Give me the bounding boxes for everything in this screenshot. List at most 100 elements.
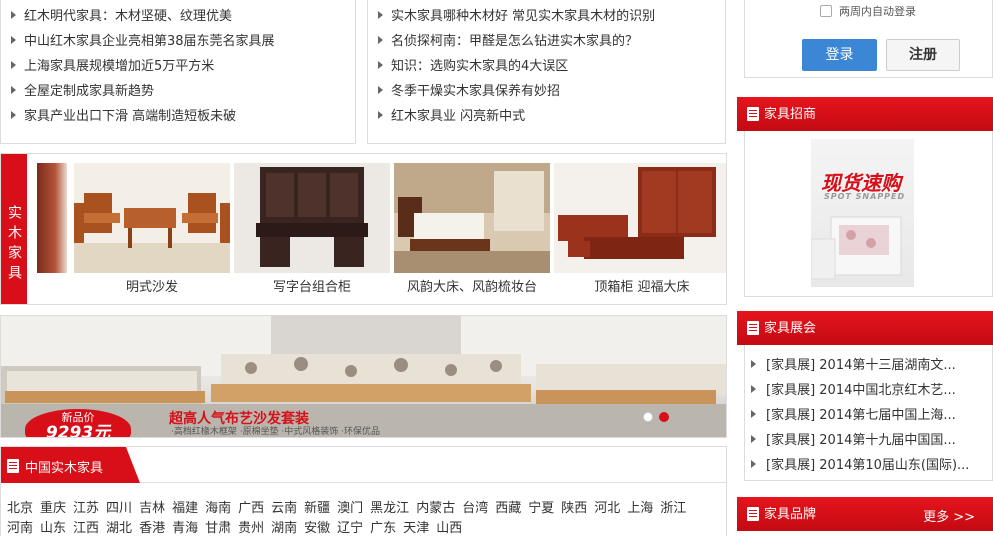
region-link[interactable]: 湖北	[106, 519, 132, 536]
news-link[interactable]: 知识：选购实木家具的4大误区	[391, 59, 568, 74]
news-link[interactable]: 全屋定制成家具新趋势	[24, 84, 154, 99]
region-link[interactable]: 香港	[139, 519, 165, 536]
more-link[interactable]: 更多 >>	[923, 506, 975, 525]
news-item[interactable]: 上海家具展规模增加近5万平方米	[11, 54, 355, 79]
recruit-ad-image[interactable]: 现货速购 SPOT SNAPPED	[811, 139, 914, 287]
china-furniture-panel: 中国实木家具 北京 重庆 江苏 四川 吉林 福建 海南 广西 云南 新疆 澳门 黑龙江 内蒙古 台湾 西藏宁…	[0, 446, 727, 536]
auto-login-checkbox[interactable]	[820, 5, 832, 17]
panel-title: 中国实木家具	[25, 461, 104, 476]
region-link[interactable]: 安徽	[304, 519, 330, 536]
region-link[interactable]: 海南	[205, 499, 231, 519]
region-link[interactable]: 北京	[7, 499, 33, 519]
region-link[interactable]: 云南	[271, 499, 297, 519]
region-link[interactable]: 西藏	[495, 499, 521, 519]
news-link[interactable]: 实木家具哪种木材好 常见实木家具木材的识别	[391, 9, 655, 24]
region-link[interactable]: 浙江	[660, 499, 686, 519]
news-item[interactable]: 全屋定制成家具新趋势	[11, 79, 355, 104]
product-image[interactable]	[234, 163, 390, 273]
fair-link[interactable]: [家具展] 2014第10届山东(国际)...	[766, 458, 969, 473]
region-link[interactable]: 新疆	[304, 499, 330, 519]
region-link[interactable]: 河南	[7, 519, 33, 536]
product-card[interactable]: 明式沙发	[74, 163, 230, 301]
region-link[interactable]: 上海	[627, 499, 653, 519]
fair-item[interactable]: [家具展] 2014第七届中国上海...	[751, 403, 976, 428]
region-link[interactable]: 湖南	[271, 519, 297, 536]
promo-banner[interactable]: 新品价 9293元 超高人气布艺沙发套装 ·高档红椽木框架 ·原棉坐垫 ·中式风…	[0, 315, 727, 438]
region-link[interactable]: 青海	[172, 519, 198, 536]
panel-title: 家具品牌	[764, 507, 817, 522]
news-item[interactable]: 冬季干燥实木家具保养有妙招	[378, 79, 725, 104]
product-carousel: 实木家具 明式沙发 写字台组合柜 风韵大床、风韵梳妆台 顶箱柜 迎福大床	[0, 153, 727, 305]
fair-link[interactable]: [家具展] 2014第十九届中国国...	[766, 433, 956, 448]
product-image[interactable]	[74, 163, 230, 273]
region-link[interactable]: 广西	[238, 499, 264, 519]
fair-item[interactable]: [家具展] 2014第十三届湖南文...	[751, 353, 976, 378]
region-link[interactable]: 黑龙江	[370, 499, 409, 519]
news-item[interactable]: 红木家具业 闪亮新中式	[378, 104, 725, 129]
region-link[interactable]: 辽宁	[337, 519, 363, 536]
region-link[interactable]: 山东	[40, 519, 66, 536]
product-card[interactable]: 顶箱柜 迎福大床	[554, 163, 726, 301]
region-link[interactable]: 台湾	[462, 499, 488, 519]
product-image-partial[interactable]	[37, 163, 67, 273]
product-card[interactable]: 写字台组合柜	[234, 163, 390, 301]
news-item[interactable]: 中山红木家具企业亮相第38届东莞名家具展	[11, 29, 355, 54]
region-link[interactable]: 甘肃	[205, 519, 231, 536]
region-link[interactable]: 重庆	[40, 499, 66, 519]
news-link[interactable]: 红木家具业 闪亮新中式	[391, 109, 525, 124]
news-panel-right: 实木家具哪种木材好 常见实木家具木材的识别 名侦探柯南：甲醛是怎么钻进实木家具的…	[367, 0, 726, 144]
fair-item[interactable]: [家具展] 2014第十九届中国国...	[751, 428, 976, 453]
bullet-arrow-icon	[11, 11, 16, 19]
region-link[interactable]: 广东	[370, 519, 396, 536]
auto-login-row[interactable]: 两周内自动登录	[820, 3, 916, 19]
region-link[interactable]: 河北	[594, 499, 620, 519]
product-name[interactable]: 顶箱柜 迎福大床	[554, 273, 726, 301]
region-link[interactable]: 陕西	[561, 499, 587, 519]
news-link[interactable]: 中山红木家具企业亮相第38届东莞名家具展	[24, 34, 275, 49]
news-link[interactable]: 家具产业出口下滑 高端制造短板未破	[24, 109, 236, 124]
region-link[interactable]: 贵州	[238, 519, 264, 536]
product-image[interactable]	[394, 163, 550, 273]
news-link[interactable]: 红木明代家具：木材坚硬、纹理优美	[24, 9, 232, 24]
fair-item[interactable]: [家具展] 2014第10届山东(国际)...	[751, 453, 976, 478]
region-link[interactable]: 江西	[73, 519, 99, 536]
news-item[interactable]: 红木明代家具：木材坚硬、纹理优美	[11, 4, 355, 29]
bullet-arrow-icon	[11, 86, 16, 94]
product-card[interactable]: 风韵大床、风韵梳妆台	[394, 163, 550, 301]
product-image[interactable]	[554, 163, 726, 273]
fair-link[interactable]: [家具展] 2014第十三届湖南文...	[766, 358, 956, 373]
region-link[interactable]: 山西	[436, 519, 462, 536]
region-link[interactable]: 江苏	[73, 499, 99, 519]
region-link[interactable]: 内蒙古	[416, 499, 455, 519]
bullet-arrow-icon	[751, 410, 756, 418]
carousel-dot[interactable]	[643, 412, 653, 422]
bullet-arrow-icon	[378, 11, 383, 19]
region-link[interactable]: 四川	[106, 499, 132, 519]
panel-header: 家具品牌 更多 >>	[737, 497, 993, 531]
login-panel: 两周内自动登录 登录 注册	[744, 0, 993, 78]
product-name[interactable]: 明式沙发	[74, 273, 230, 301]
news-item[interactable]: 实木家具哪种木材好 常见实木家具木材的识别	[378, 4, 725, 29]
carousel-dot-active[interactable]	[659, 412, 669, 422]
region-link[interactable]: 福建	[172, 499, 198, 519]
panel-header: 中国实木家具	[1, 447, 726, 483]
region-link[interactable]: 宁夏	[528, 499, 554, 519]
register-button[interactable]: 注册	[886, 39, 960, 71]
news-item[interactable]: 名侦探柯南：甲醛是怎么钻进实木家具的？	[378, 29, 725, 54]
login-button[interactable]: 登录	[802, 39, 877, 71]
fair-link[interactable]: [家具展] 2014中国北京红木艺...	[766, 383, 956, 398]
document-icon	[747, 321, 759, 335]
news-link[interactable]: 上海家具展规模增加近5万平方米	[24, 59, 214, 74]
news-item[interactable]: 家具产业出口下滑 高端制造短板未破	[11, 104, 355, 129]
region-link[interactable]: 吉林	[139, 499, 165, 519]
fair-item[interactable]: [家具展] 2014中国北京红木艺...	[751, 378, 976, 403]
region-link[interactable]: 澳门	[337, 499, 363, 519]
product-category-tab[interactable]: 实木家具	[1, 154, 27, 304]
news-link[interactable]: 冬季干燥实木家具保养有妙招	[391, 84, 560, 99]
news-item[interactable]: 知识：选购实木家具的4大误区	[378, 54, 725, 79]
product-name[interactable]: 风韵大床、风韵梳妆台	[394, 273, 550, 301]
region-link[interactable]: 天津	[403, 519, 429, 536]
product-name[interactable]: 写字台组合柜	[234, 273, 390, 301]
news-link[interactable]: 名侦探柯南：甲醛是怎么钻进实木家具的？	[391, 34, 638, 49]
fair-link[interactable]: [家具展] 2014第七届中国上海...	[766, 408, 956, 423]
